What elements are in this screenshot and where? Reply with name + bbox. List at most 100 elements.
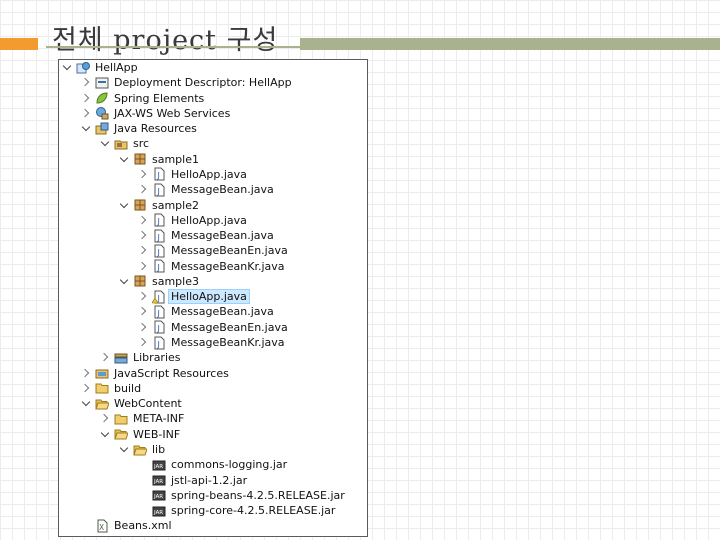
tree-item-java-resources[interactable]: Java Resources bbox=[80, 121, 197, 136]
tree-item-messagebeankr-java[interactable]: J MessageBeanKr.java bbox=[137, 335, 285, 350]
chevron-right-icon[interactable] bbox=[80, 91, 92, 106]
svg-text:X: X bbox=[99, 523, 104, 532]
web-project-icon bbox=[76, 61, 90, 75]
package-icon bbox=[133, 152, 147, 166]
tree-item-spring-core-4-2-5-release-jar[interactable]: JAR spring-core-4.2.5.RELEASE.jar bbox=[137, 503, 335, 518]
tree-item-label: HelloApp.java bbox=[171, 167, 247, 181]
java-file-icon: J bbox=[152, 244, 166, 258]
tree-item-label: WEB-INF bbox=[133, 427, 181, 441]
chevron-right-icon[interactable] bbox=[137, 320, 149, 335]
tree-item-label: Libraries bbox=[133, 351, 181, 365]
chevron-right-icon[interactable] bbox=[137, 335, 149, 350]
chevron-right-icon[interactable] bbox=[137, 259, 149, 274]
chevron-down-icon[interactable] bbox=[118, 442, 130, 457]
chevron-right-icon[interactable] bbox=[137, 213, 149, 228]
tree-item-webcontent[interactable]: WebContent bbox=[80, 396, 182, 411]
chevron-down-icon[interactable] bbox=[99, 136, 111, 151]
tree-item-helloapp-java[interactable]: J HelloApp.java bbox=[137, 213, 247, 228]
jar-icon: JAR bbox=[152, 488, 166, 502]
tree-item-messagebeankr-java[interactable]: J MessageBeanKr.java bbox=[137, 259, 285, 274]
java-file-warning-icon: J bbox=[152, 290, 166, 304]
tree-item-label: MessageBean.java bbox=[171, 305, 274, 319]
svg-text:JAR: JAR bbox=[153, 494, 163, 500]
chevron-right-icon[interactable] bbox=[137, 182, 149, 197]
tree-item-messagebeanen-java[interactable]: J MessageBeanEn.java bbox=[137, 320, 288, 335]
svg-text:JAR: JAR bbox=[153, 479, 163, 485]
svg-text:J: J bbox=[157, 324, 160, 333]
chevron-right-icon[interactable] bbox=[80, 75, 92, 90]
tree-item-messagebean-java[interactable]: J MessageBean.java bbox=[137, 228, 274, 243]
tree-item-label: MessageBeanEn.java bbox=[171, 320, 288, 334]
java-file-icon: J bbox=[152, 167, 166, 181]
tree-item-meta-inf[interactable]: META-INF bbox=[99, 411, 184, 426]
jar-icon: JAR bbox=[152, 458, 166, 472]
chevron-right-icon[interactable] bbox=[80, 366, 92, 381]
chevron-right-icon[interactable] bbox=[80, 106, 92, 121]
chevron-down-icon[interactable] bbox=[118, 198, 130, 213]
chevron-down-icon[interactable] bbox=[61, 60, 73, 75]
tree-item-helloapp-java[interactable]: J HelloApp.java bbox=[137, 289, 250, 305]
chevron-down-icon[interactable] bbox=[118, 274, 130, 289]
folder-open-icon bbox=[114, 427, 128, 441]
chevron-right-icon[interactable] bbox=[80, 381, 92, 396]
folder-open-icon bbox=[95, 397, 109, 411]
tree-item-label: MessageBean.java bbox=[171, 229, 274, 243]
svg-text:J: J bbox=[157, 340, 160, 349]
tree-item-src[interactable]: src bbox=[99, 136, 149, 151]
tree-item-sample1[interactable]: sample1 bbox=[118, 152, 199, 167]
javascript-resources-icon bbox=[95, 366, 109, 380]
jar-icon: JAR bbox=[152, 473, 166, 487]
chevron-down-icon[interactable] bbox=[99, 427, 111, 442]
tree-item-label: lib bbox=[152, 443, 166, 456]
tree-item-label: JavaScript Resources bbox=[114, 366, 229, 380]
tree-item-libraries[interactable]: Libraries bbox=[99, 350, 181, 365]
java-file-icon: J bbox=[152, 320, 166, 334]
java-file-icon: J bbox=[152, 229, 166, 243]
java-file-icon: J bbox=[152, 336, 166, 350]
folder-icon bbox=[114, 412, 128, 426]
chevron-down-icon[interactable] bbox=[80, 121, 92, 136]
spring-leaf-icon bbox=[95, 91, 109, 105]
libraries-icon bbox=[114, 351, 128, 365]
tree-item-lib[interactable]: lib bbox=[118, 442, 165, 457]
tree-item-web-inf[interactable]: WEB-INF bbox=[99, 427, 180, 442]
svg-text:JAR: JAR bbox=[153, 510, 163, 516]
tree-item-messagebean-java[interactable]: J MessageBean.java bbox=[137, 304, 274, 319]
tree-item-label: Beans.xml bbox=[114, 519, 172, 533]
chevron-right-icon[interactable] bbox=[137, 304, 149, 319]
tree-item-spring-beans-4-2-5-release-jar[interactable]: JAR spring-beans-4.2.5.RELEASE.jar bbox=[137, 488, 345, 503]
java-file-icon: J bbox=[152, 213, 166, 227]
tree-item-beans-xml[interactable]: X Beans.xml bbox=[80, 518, 172, 533]
tree-item-build[interactable]: build bbox=[80, 381, 141, 396]
title-underline bbox=[46, 46, 302, 48]
tree-item-jstl-api-1-2-jar[interactable]: JAR jstl-api-1.2.jar bbox=[137, 473, 247, 488]
chevron-right-icon[interactable] bbox=[137, 289, 149, 304]
slide-title: 전체 project 구성 bbox=[52, 25, 279, 56]
tree-item-hellapp[interactable]: HellApp bbox=[61, 60, 138, 75]
tree-item-sample2[interactable]: sample2 bbox=[118, 198, 199, 213]
chevron-right-icon[interactable] bbox=[137, 243, 149, 258]
tree-item-jax-ws-web-services[interactable]: JAX-WS Web Services bbox=[80, 106, 230, 121]
tree-item-deployment-descriptor-hellapp[interactable]: Deployment Descriptor: HellApp bbox=[80, 75, 292, 90]
tree-item-javascript-resources[interactable]: JavaScript Resources bbox=[80, 366, 229, 381]
tree-item-spring-elements[interactable]: Spring Elements bbox=[80, 91, 204, 106]
chevron-right-icon[interactable] bbox=[137, 228, 149, 243]
svg-text:J: J bbox=[157, 217, 160, 226]
chevron-right-icon[interactable] bbox=[99, 411, 111, 426]
jar-icon: JAR bbox=[152, 504, 166, 518]
chevron-right-icon[interactable] bbox=[137, 167, 149, 182]
svg-text:J: J bbox=[157, 233, 160, 242]
tree-item-messagebean-java[interactable]: J MessageBean.java bbox=[137, 182, 274, 197]
tree-item-helloapp-java[interactable]: J HelloApp.java bbox=[137, 167, 247, 182]
chevron-down-icon[interactable] bbox=[80, 396, 92, 411]
svg-text:JAR: JAR bbox=[153, 464, 163, 470]
chevron-right-icon[interactable] bbox=[99, 350, 111, 365]
tree-item-sample3[interactable]: sample3 bbox=[118, 274, 199, 289]
chevron-down-icon[interactable] bbox=[118, 152, 130, 167]
project-explorer-tree[interactable]: HellApp Deployment Descriptor: HellApp Spr… bbox=[58, 59, 368, 537]
tree-item-messagebeanen-java[interactable]: J MessageBeanEn.java bbox=[137, 243, 288, 258]
tree-item-commons-logging-jar[interactable]: JAR commons-logging.jar bbox=[137, 457, 287, 472]
